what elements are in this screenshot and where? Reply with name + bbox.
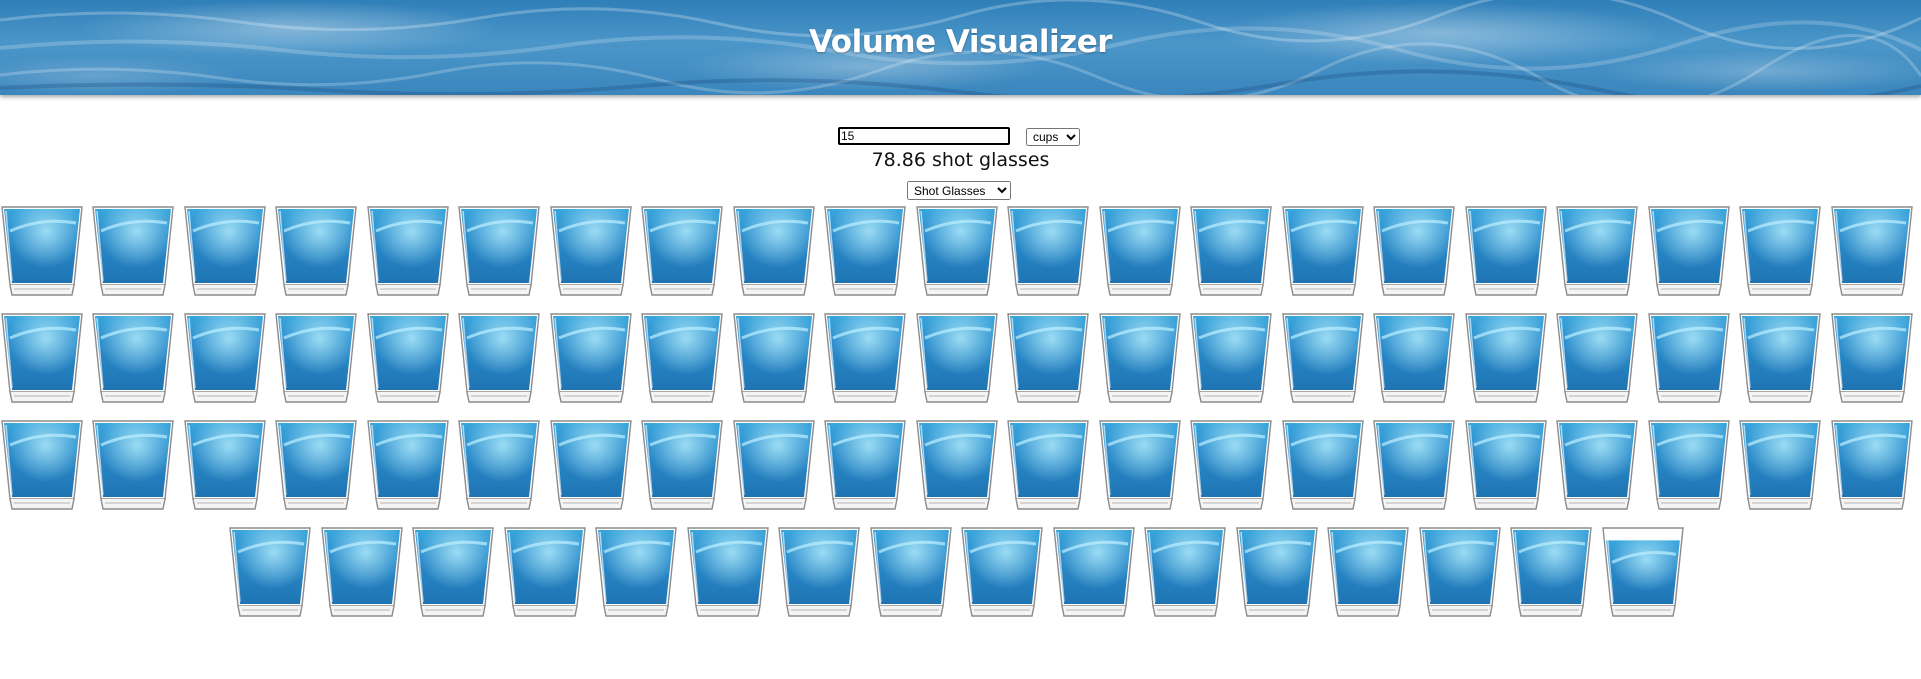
shot-glass-icon (592, 526, 680, 619)
shot-glass-icon (958, 526, 1046, 619)
shot-glass-icon (1004, 419, 1092, 512)
shot-glass-icon (272, 312, 360, 405)
shot-glass-icon (318, 526, 406, 619)
shot-glass-icon (364, 312, 452, 405)
shot-glass-icon (1004, 312, 1092, 405)
shot-glass-icon (0, 419, 86, 512)
shot-glass-icon (181, 419, 269, 512)
shot-glass-icon (272, 205, 360, 298)
shot-glass-icon (1370, 205, 1458, 298)
shot-glass-icon (1279, 205, 1367, 298)
shot-glass-icon (1736, 312, 1824, 405)
shot-glass-icon (1279, 312, 1367, 405)
unit-select[interactable]: cups (1026, 128, 1080, 146)
shot-glass-icon (1736, 205, 1824, 298)
shot-glass-icon (638, 419, 726, 512)
shot-glass-icon (1096, 312, 1184, 405)
shot-glass-icon (913, 205, 1001, 298)
shot-glass-icon (501, 526, 589, 619)
shot-glass-icon (1096, 419, 1184, 512)
shot-glass-icon (638, 312, 726, 405)
shot-glass-icon (1187, 312, 1275, 405)
shot-glass-icon (1462, 205, 1550, 298)
header-banner: Volume Visualizer (0, 0, 1921, 95)
shot-glass-icon (1828, 205, 1916, 298)
partial-shot-glass-icon (1599, 526, 1687, 619)
shot-glass-icon (1187, 205, 1275, 298)
shot-glass-icon (1645, 419, 1733, 512)
shot-glass-icon (272, 419, 360, 512)
shot-glass-icon (1324, 526, 1412, 619)
shot-glass-icon (1370, 419, 1458, 512)
shot-glass-icon (547, 419, 635, 512)
shot-glass-icon (1096, 205, 1184, 298)
shot-glass-icon (1233, 526, 1321, 619)
result-text: 78.86 shot glasses (871, 149, 1050, 171)
shot-glass-icon (913, 312, 1001, 405)
shot-glass-icon (775, 526, 863, 619)
shot-glass-icon (1553, 312, 1641, 405)
shot-glass-icon (1416, 526, 1504, 619)
glasses-grid (0, 0, 1921, 679)
shot-glass-icon (364, 205, 452, 298)
page-title: Volume Visualizer (808, 24, 1113, 60)
shot-glass-icon (1645, 205, 1733, 298)
shot-glass-icon (730, 312, 818, 405)
shot-glass-icon (455, 205, 543, 298)
shot-glass-icon (1507, 526, 1595, 619)
shot-glass-icon (455, 419, 543, 512)
shot-glass-icon (455, 312, 543, 405)
shot-glass-icon (0, 312, 86, 405)
shot-glass-icon (1462, 419, 1550, 512)
shot-glass-icon (1187, 419, 1275, 512)
shot-glass-icon (821, 419, 909, 512)
shot-glass-icon (226, 526, 314, 619)
container-select[interactable]: Shot Glasses (907, 181, 1011, 200)
shot-glass-icon (684, 526, 772, 619)
shot-glass-icon (547, 312, 635, 405)
shot-glass-icon (1141, 526, 1229, 619)
shot-glass-icon (913, 419, 1001, 512)
shot-glass-icon (730, 419, 818, 512)
shot-glass-icon (409, 526, 497, 619)
shot-glass-icon (1553, 419, 1641, 512)
shot-glass-icon (547, 205, 635, 298)
shot-glass-icon (1462, 312, 1550, 405)
shot-glass-icon (1828, 312, 1916, 405)
shot-glass-icon (364, 419, 452, 512)
shot-glass-icon (1828, 419, 1916, 512)
shot-glass-icon (638, 205, 726, 298)
shot-glass-icon (1370, 312, 1458, 405)
shot-glass-icon (1279, 419, 1367, 512)
shot-glass-icon (867, 526, 955, 619)
shot-glass-icon (89, 205, 177, 298)
shot-glass-icon (1736, 419, 1824, 512)
shot-glass-icon (821, 205, 909, 298)
shot-glass-icon (0, 205, 86, 298)
shot-glass-icon (89, 419, 177, 512)
shot-glass-icon (1553, 205, 1641, 298)
shot-glass-icon (821, 312, 909, 405)
shot-glass-icon (1050, 526, 1138, 619)
shot-glass-icon (181, 312, 269, 405)
shot-glass-icon (89, 312, 177, 405)
shot-glass-icon (1645, 312, 1733, 405)
amount-input[interactable] (838, 127, 1010, 145)
shot-glass-icon (1004, 205, 1092, 298)
shot-glass-icon (730, 205, 818, 298)
shot-glass-icon (181, 205, 269, 298)
